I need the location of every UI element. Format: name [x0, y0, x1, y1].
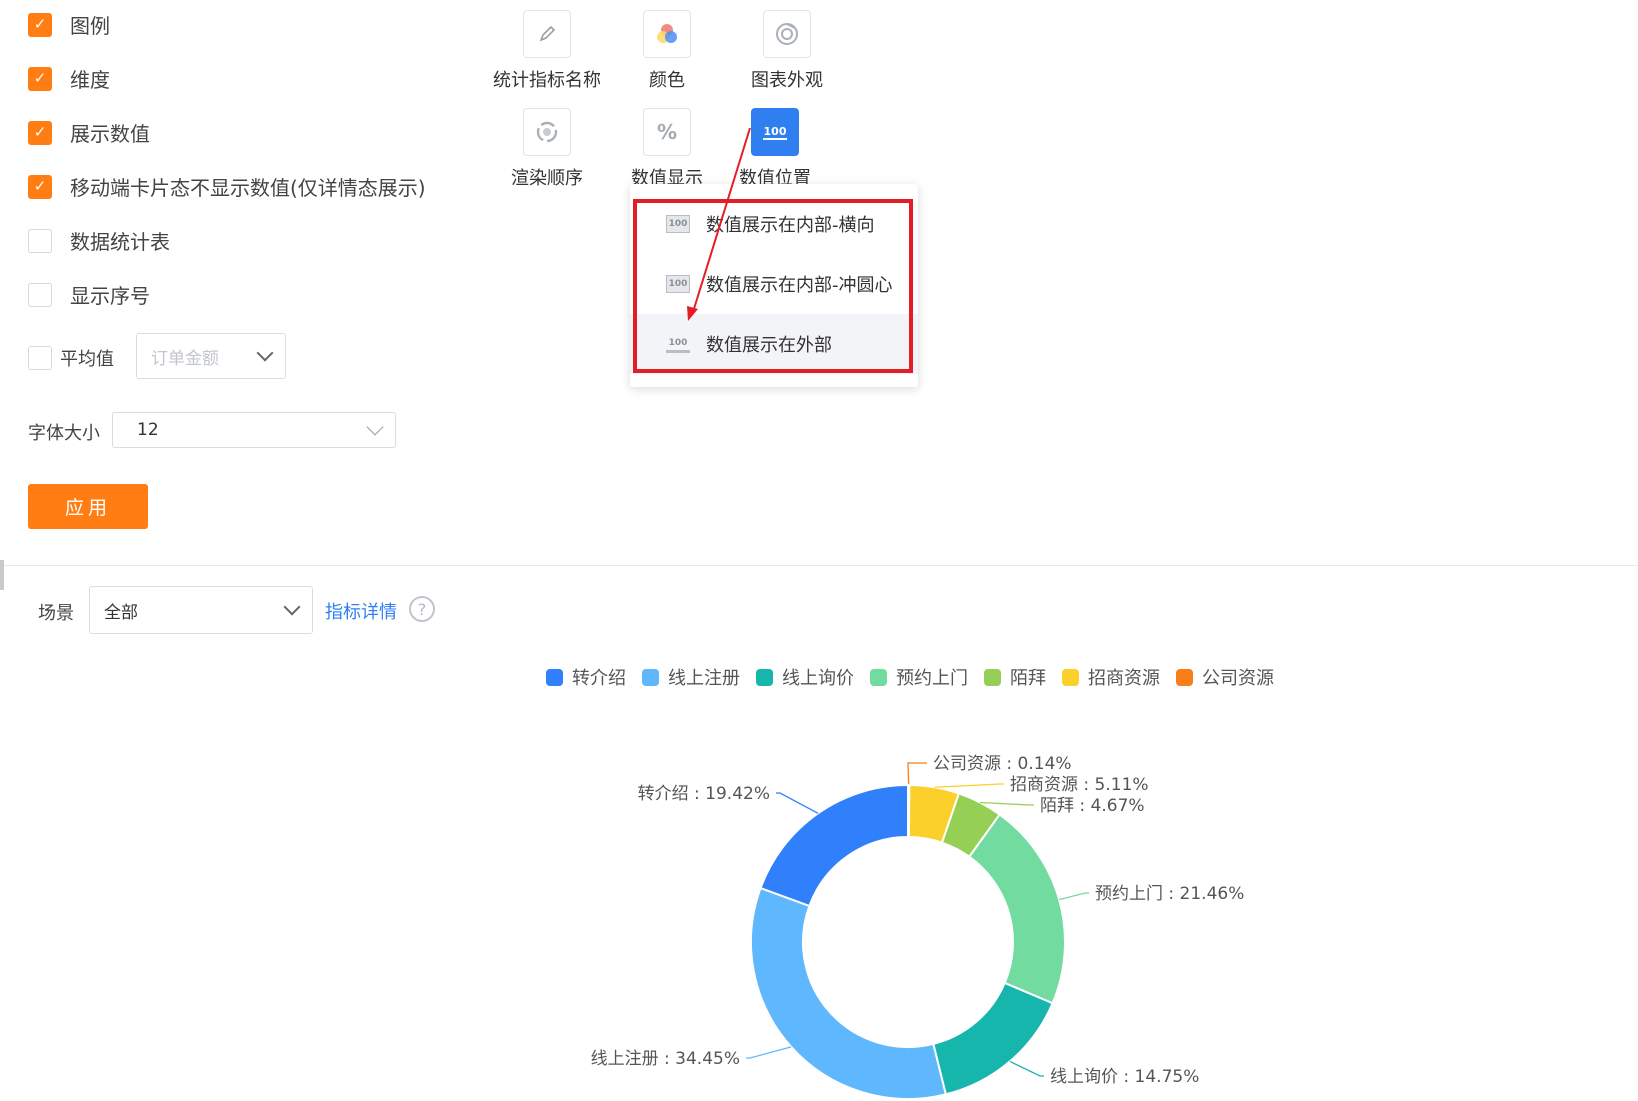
slice-data-label: 公司资源 : 0.14% — [933, 754, 1072, 774]
slice-data-label: 招商资源 : 5.11% — [1010, 775, 1149, 795]
pie-slice[interactable] — [967, 813, 1066, 1005]
chart-settings-page: ✓ 图例 ✓ 维度 ✓ 展示数值 ✓ 移动端卡片态不显示数值(仅详情态展示) 数… — [0, 0, 1638, 1101]
pie-slice[interactable] — [750, 886, 948, 1100]
slice-leader-line — [1059, 892, 1089, 901]
slice-data-label: 转介绍 : 19.42% — [638, 784, 770, 804]
slice-data-label: 预约上门 : 21.46% — [1095, 884, 1244, 904]
pie-slice[interactable] — [759, 783, 909, 908]
donut-chart: 公司资源 : 0.14%招商资源 : 5.11%陌拜 : 4.67% 预约上门 :… — [591, 754, 1244, 1100]
slice-data-label: 陌拜 : 4.67% — [1040, 796, 1145, 816]
slice-leader-line — [907, 762, 927, 786]
slice-data-label: 线上注册 : 34.45% — [591, 1049, 740, 1069]
slice-data-label: 线上询价 : 14.75% — [1050, 1067, 1199, 1087]
slice-leader-line — [1009, 1060, 1044, 1077]
slice-leader-line — [979, 801, 1034, 806]
slice-leader-line — [776, 792, 819, 814]
pie-slice[interactable] — [932, 981, 1054, 1096]
slice-leader-line — [746, 1046, 792, 1059]
slice-leader-line — [934, 783, 1004, 788]
